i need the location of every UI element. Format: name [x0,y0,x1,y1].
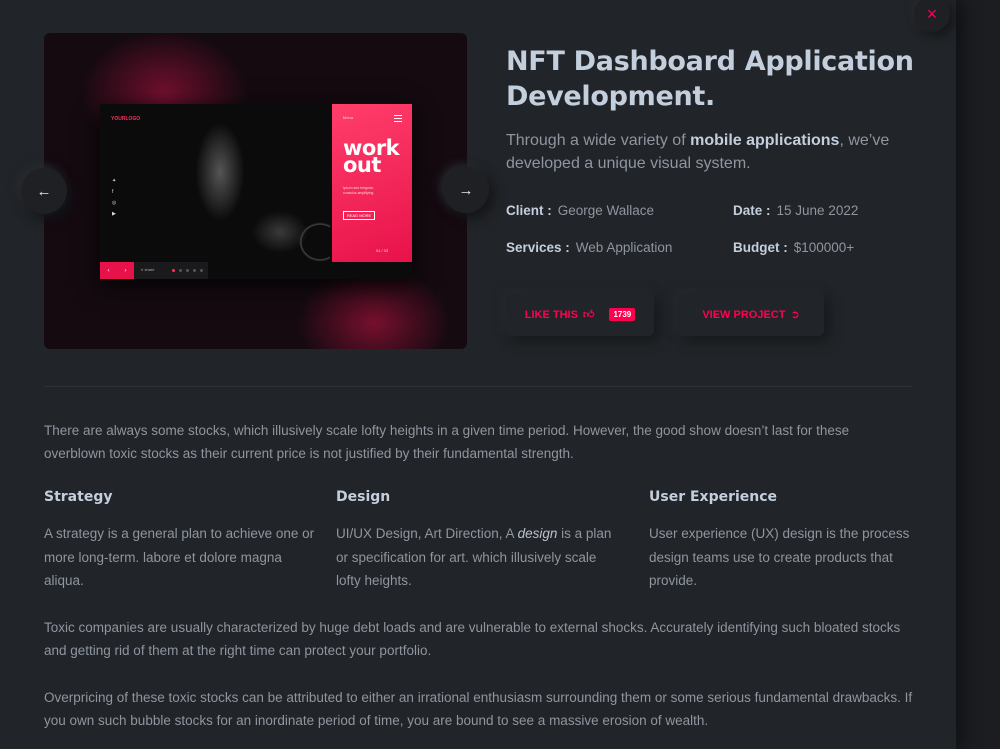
strategy-text: A strategy is a general plan to achieve … [44,526,315,588]
project-title: NFT Dashboard Application Development. [506,46,914,112]
arrow-circle-right-icon: ➲ [790,309,800,321]
chevron-right-icon: › [124,267,127,274]
thumbs-up-icon: 👍︎ [582,309,595,321]
section-divider [44,386,912,387]
mockup-logo: YOURLOGO [111,116,141,122]
like-count-badge: 1739 [609,308,636,321]
previous-slide-button[interactable]: ← [21,168,67,214]
share-icon: ⋖ [140,267,144,272]
twitter-icon: ✦ [112,178,117,184]
third-paragraph: Overpricing of these toxic stocks can be… [44,690,913,728]
user-experience-heading: User Experience [649,489,778,505]
project-lead: Through a wide variety of mobile applica… [506,129,926,175]
meta-services: Services : Web Application [506,240,672,255]
mockup-screen: YOURLOGO ✦ f ◎ ▶ Menu work out Ipsum sed… [100,104,412,279]
facebook-icon: f [112,189,114,195]
arrow-left-icon: ← [36,182,52,200]
services-value: Web Application [575,240,673,255]
client-label: Client : [506,203,552,218]
youtube-icon: ▶ [112,211,116,217]
hamburger-icon [394,115,402,122]
mockup-social-icons: ✦ f ◎ ▶ [112,178,116,217]
second-paragraph: Toxic companies are usually characterize… [44,620,901,658]
project-hero-image: YOURLOGO ✦ f ◎ ▶ Menu work out Ipsum sed… [44,33,467,349]
meta-budget: Budget : $100000+ [733,240,854,255]
strategy-heading: Strategy [44,489,113,505]
budget-label: Budget : [733,240,788,255]
user-experience-text: User experience (UX) design is the proce… [649,526,910,588]
mockup-arrows: ‹ › [100,262,134,279]
design-text-start: UI/UX Design, Art Direction, A [336,526,518,541]
mockup-read-more: READ MORE [343,211,376,220]
date-label: Date : [733,203,771,218]
design-heading: Design [336,489,391,505]
view-project-label: VIEW PROJECT [702,308,786,321]
design-text-em: design [517,526,558,541]
next-slide-button[interactable]: → [443,167,489,213]
mockup-share: ⋖ share [140,267,155,272]
mockup-subtext: Ipsum sed irregular, conscius amplifying [343,186,374,195]
mockup-dots [172,269,203,272]
mockup-pink-panel: Menu work out Ipsum sed irregular, consc… [332,104,412,262]
client-value: George Wallace [557,203,655,218]
like-button[interactable]: LIKE THIS 👍︎ 1739 [506,293,654,336]
instagram-icon: ◎ [112,200,117,206]
lead-text-start: Through a wide variety of [506,132,691,149]
meta-date: Date : 15 June 2022 [733,203,858,218]
mockup-pager: 01 / 03 [376,248,389,253]
services-label: Services : [506,240,570,255]
meta-client: Client : George Wallace [506,203,654,218]
intro-paragraph: There are always some stocks, which illu… [44,423,850,461]
mockup-headline: work out [343,136,400,177]
lead-text-bold: mobile applications [690,132,840,149]
chevron-left-icon: ‹ [107,267,110,274]
mockup-bottom-bar: ‹ › ⋖ share [100,262,208,279]
date-value: 15 June 2022 [776,203,859,218]
view-project-button[interactable]: VIEW PROJECT ➲ [678,293,824,336]
budget-value: $100000+ [793,240,855,255]
cyclist-photo [140,112,330,262]
project-modal: YOURLOGO ✦ f ◎ ▶ Menu work out Ipsum sed… [0,0,956,749]
arrow-right-icon: → [458,181,474,199]
like-label: LIKE THIS [524,308,578,321]
design-text: UI/UX Design, Art Direction, A design is… [336,522,616,593]
mockup-menu-label: Menu [343,115,354,120]
mockup-share-label: share [144,267,155,272]
close-icon: × [926,3,938,24]
